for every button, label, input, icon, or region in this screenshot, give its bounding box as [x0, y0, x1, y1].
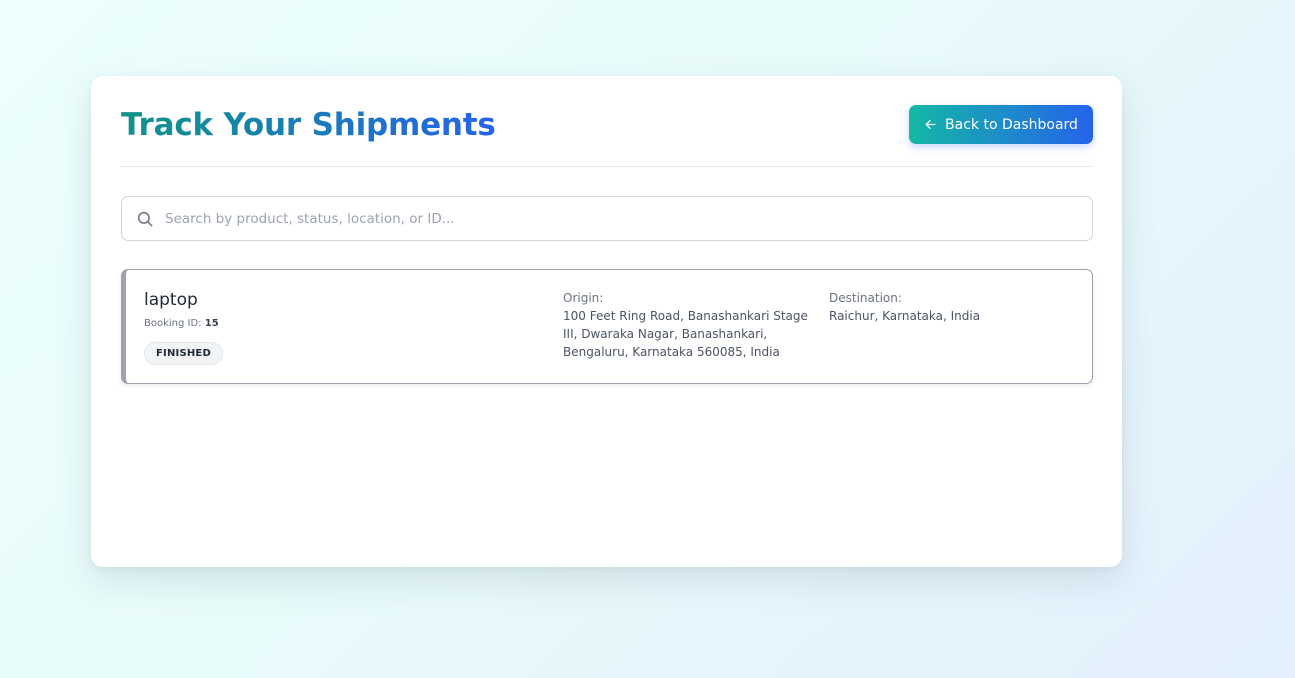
- arrow-left-icon: [925, 120, 936, 129]
- origin-block: Origin: 100 Feet Ring Road, Banashankari…: [563, 289, 818, 361]
- search-input[interactable]: [165, 197, 1065, 240]
- shipment-product: laptop: [144, 290, 198, 310]
- back-button-label: Back to Dashboard: [945, 116, 1078, 133]
- search-icon: [137, 211, 153, 227]
- destination-label: Destination:: [829, 291, 902, 305]
- status-badge: FINISHED: [144, 342, 223, 365]
- shipment-card[interactable]: laptop Booking ID: 15 FINISHED Origin: 1…: [121, 269, 1093, 384]
- booking-id-label: Booking ID:: [144, 318, 202, 329]
- booking-id: Booking ID: 15: [144, 318, 219, 330]
- destination-address: Raichur, Karnataka, India: [829, 309, 981, 323]
- destination-block: Destination: Raichur, Karnataka, India: [829, 289, 1084, 325]
- origin-address: 100 Feet Ring Road, Banashankari Stage I…: [563, 309, 808, 359]
- page-title: Track Your Shipments: [121, 107, 496, 143]
- origin-label: Origin:: [563, 291, 604, 305]
- back-to-dashboard-button[interactable]: Back to Dashboard: [909, 105, 1093, 144]
- header-divider: [121, 166, 1093, 167]
- shipments-panel: Track Your Shipments Back to Dashboard l…: [91, 76, 1122, 567]
- booking-id-value: 15: [204, 318, 219, 329]
- search-box: [121, 196, 1093, 241]
